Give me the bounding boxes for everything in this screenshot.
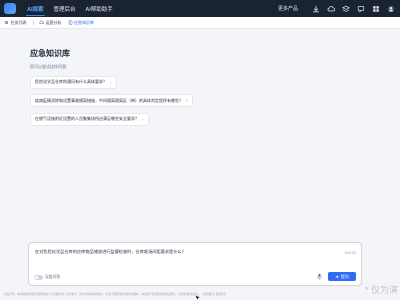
chevron-right-icon: › <box>110 79 112 85</box>
subnav-task-list-label: 任务列表 <box>10 19 27 25</box>
ask-button-label: 提问 <box>340 273 349 279</box>
suggestion-text: 危险化学品仓库的通风有什么具体要求？ <box>35 79 107 84</box>
download-icon[interactable] <box>311 4 321 14</box>
tab-ai-helper[interactable]: AI帮助助手 <box>81 0 118 17</box>
suggestion-question[interactable]: 危险化学品仓库的通风有什么具体要求？ › <box>30 75 117 89</box>
subnav-knowledge-base[interactable]: 应急知识库 <box>68 19 94 26</box>
suggestion-question[interactable]: 在燃气设施附近设置的人员聚集场所应满足哪些安全要求？ › <box>30 112 149 126</box>
page-title: 应急知识库 <box>30 49 70 58</box>
sub-navbar: 任务列表 运营分析 应急知识库 <box>0 17 400 29</box>
tab-ai-explore[interactable]: AI探索 <box>22 0 49 17</box>
suggestion-question[interactable]: 疾病疫情消除和设置事故隔离措施，中间隔离隔离区（带）的具体判定程序有哪些？ › <box>30 94 193 107</box>
cloud-icon[interactable] <box>326 4 336 14</box>
book-icon <box>68 20 72 25</box>
list-icon <box>5 21 8 24</box>
deep-answer-toggle[interactable]: 深度问答 <box>34 275 60 280</box>
microphone-icon[interactable] <box>316 273 323 280</box>
grid-icon[interactable] <box>371 4 381 14</box>
knowledge-base-panel: 应急知识库 您可以尝试这样问我： 危险化学品仓库的通风有什么具体要求？ › 疾病… <box>30 48 370 126</box>
suggestion-text: 在燃气设施附近设置的人员聚集场所应满足哪些安全要求？ <box>35 116 139 121</box>
chat-icon[interactable] <box>356 4 366 14</box>
send-icon <box>335 274 339 279</box>
question-input[interactable]: 在对危险化学品仓库的应库物品储放进行监督检查时，仓库堆场间距要求是什么？ <box>35 249 305 255</box>
question-composer[interactable]: 在对危险化学品仓库的应库物品储放进行监督检查时，仓库堆场间距要求是什么？ 36/… <box>28 242 362 286</box>
cloud-icon <box>39 20 44 24</box>
subnav-divider <box>32 20 33 25</box>
more-products-link[interactable]: 更多产品 <box>278 5 298 12</box>
user-avatar-icon[interactable] <box>386 4 396 14</box>
suggestion-text: 疾病疫情消除和设置事故隔离措施，中间隔离隔离区（带）的具体判定程序有哪些？ <box>35 97 183 103</box>
char-counter: 36/150 <box>344 251 356 255</box>
tab-admin[interactable]: 管理后台 <box>49 0 81 17</box>
demo-watermark: * 仅为演 <box>364 285 398 295</box>
chevron-right-icon: › <box>142 116 144 122</box>
top-navbar: AI探索 管理后台 AI帮助助手 更多产品 <box>0 0 400 17</box>
subnav-task-list[interactable]: 任务列表 <box>4 20 27 26</box>
subnav-ops-analysis[interactable]: 运营分析 <box>39 20 62 26</box>
deep-answer-label: 深度问答 <box>45 275 61 279</box>
chevron-right-icon: › <box>186 98 188 103</box>
subnav-knowledge-base-label: 应急知识库 <box>74 19 94 25</box>
app-logo <box>4 3 16 14</box>
layers-icon[interactable] <box>341 4 351 14</box>
subnav-ops-analysis-label: 运营分析 <box>45 19 62 25</box>
mouse-cursor-icon <box>195 295 200 300</box>
toggle-switch[interactable] <box>34 275 43 280</box>
ask-button[interactable]: 提问 <box>328 272 356 281</box>
